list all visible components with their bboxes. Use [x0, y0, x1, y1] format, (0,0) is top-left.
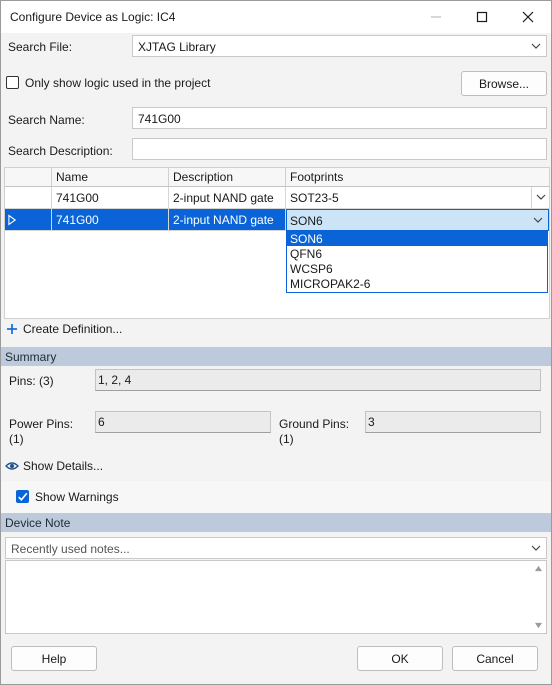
close-icon [522, 11, 534, 23]
grid-cell-description[interactable]: 2-input NAND gate [169, 187, 286, 209]
chevron-down-icon [536, 194, 546, 200]
grid-row-indicator-selected[interactable] [5, 209, 52, 231]
dropdown-option[interactable]: SON6 [287, 231, 547, 246]
title-bar: Configure Device as Logic: IC4 [1, 1, 551, 33]
device-note-textarea[interactable] [5, 560, 547, 634]
search-description-label: Search Description: [8, 144, 113, 158]
search-file-label: Search File: [8, 40, 73, 54]
grid-header-name[interactable]: Name [52, 168, 169, 187]
create-definition-link[interactable]: Create Definition... [5, 322, 125, 338]
search-file-combo[interactable]: XJTAG Library [132, 35, 547, 57]
footprint-dropdown-button[interactable] [531, 187, 549, 208]
device-note-header: Device Note [1, 513, 551, 532]
dialog-window: Configure Device as Logic: IC4 Search Fi… [0, 0, 552, 685]
grid-row-indicator[interactable] [5, 187, 52, 209]
grid-cell-name-selected[interactable]: 741G00 [52, 209, 169, 231]
recent-notes-placeholder: Recently used notes... [11, 542, 130, 556]
scroll-up-icon[interactable] [534, 565, 543, 572]
cancel-button[interactable]: Cancel [452, 646, 538, 671]
plus-icon [7, 324, 17, 334]
dropdown-option[interactable]: QFN6 [287, 246, 547, 261]
maximize-button[interactable] [459, 1, 505, 33]
close-button[interactable] [505, 1, 551, 33]
search-description-input[interactable] [132, 138, 547, 160]
chevron-down-icon [533, 217, 543, 223]
grid-header-description[interactable]: Description [169, 168, 286, 187]
note-scrollbar[interactable] [532, 561, 546, 633]
row-pointer-icon [8, 214, 17, 226]
summary-header: Summary [1, 347, 551, 366]
maximize-icon [476, 11, 488, 23]
power-pins-count: (1) [9, 432, 24, 446]
search-name-value: 741G00 [138, 112, 181, 126]
checkmark-icon [18, 492, 28, 501]
only-show-logic-checkbox[interactable] [6, 76, 19, 89]
show-warnings-checkbox[interactable] [16, 490, 29, 503]
window-title: Configure Device as Logic: IC4 [10, 10, 176, 24]
dropdown-option[interactable]: MICROPAK2-6 [287, 276, 547, 291]
show-details-label: Show Details... [23, 459, 104, 473]
minimize-icon [431, 16, 441, 18]
power-pins-value-field: 6 [95, 411, 271, 433]
only-show-logic-label: Only show logic used in the project [25, 76, 211, 90]
grid-header-footprints[interactable]: Footprints [286, 168, 549, 187]
chevron-down-icon [531, 43, 541, 49]
show-warnings-label: Show Warnings [35, 490, 119, 504]
ok-button[interactable]: OK [357, 646, 443, 671]
footprint-dropdown-list: SON6 QFN6 WCSP6 MICROPAK2-6 [286, 230, 548, 293]
help-button[interactable]: Help [11, 646, 97, 671]
eye-icon [5, 462, 19, 470]
show-details-link[interactable]: Show Details... [5, 459, 105, 475]
ground-pins-count: (1) [279, 432, 294, 446]
ground-pins-label: Ground Pins: [279, 417, 350, 431]
dropdown-option[interactable]: WCSP6 [287, 261, 547, 276]
recent-notes-combo[interactable]: Recently used notes... [5, 537, 547, 559]
create-definition-label: Create Definition... [23, 322, 123, 336]
browse-button[interactable]: Browse... [461, 71, 547, 96]
search-name-input[interactable]: 741G00 [132, 107, 547, 129]
grid-cell-description-selected[interactable]: 2-input NAND gate [169, 209, 286, 231]
pins-label: Pins: (3) [9, 374, 54, 388]
search-file-value: XJTAG Library [138, 40, 216, 54]
chevron-down-icon [531, 545, 541, 551]
pins-value-field: 1, 2, 4 [95, 369, 541, 391]
grid-cell-footprint-combo-open[interactable]: SON6 [286, 209, 549, 231]
grid-cell-name[interactable]: 741G00 [52, 187, 169, 209]
ground-pins-value-field: 3 [365, 411, 541, 433]
scroll-down-icon[interactable] [534, 622, 543, 629]
grid-header-indicator [5, 168, 52, 187]
power-pins-label: Power Pins: [9, 417, 74, 431]
minimize-button[interactable] [413, 1, 459, 33]
search-name-label: Search Name: [8, 113, 85, 127]
grid-cell-footprint-combo[interactable]: SOT23-5 [286, 187, 549, 209]
